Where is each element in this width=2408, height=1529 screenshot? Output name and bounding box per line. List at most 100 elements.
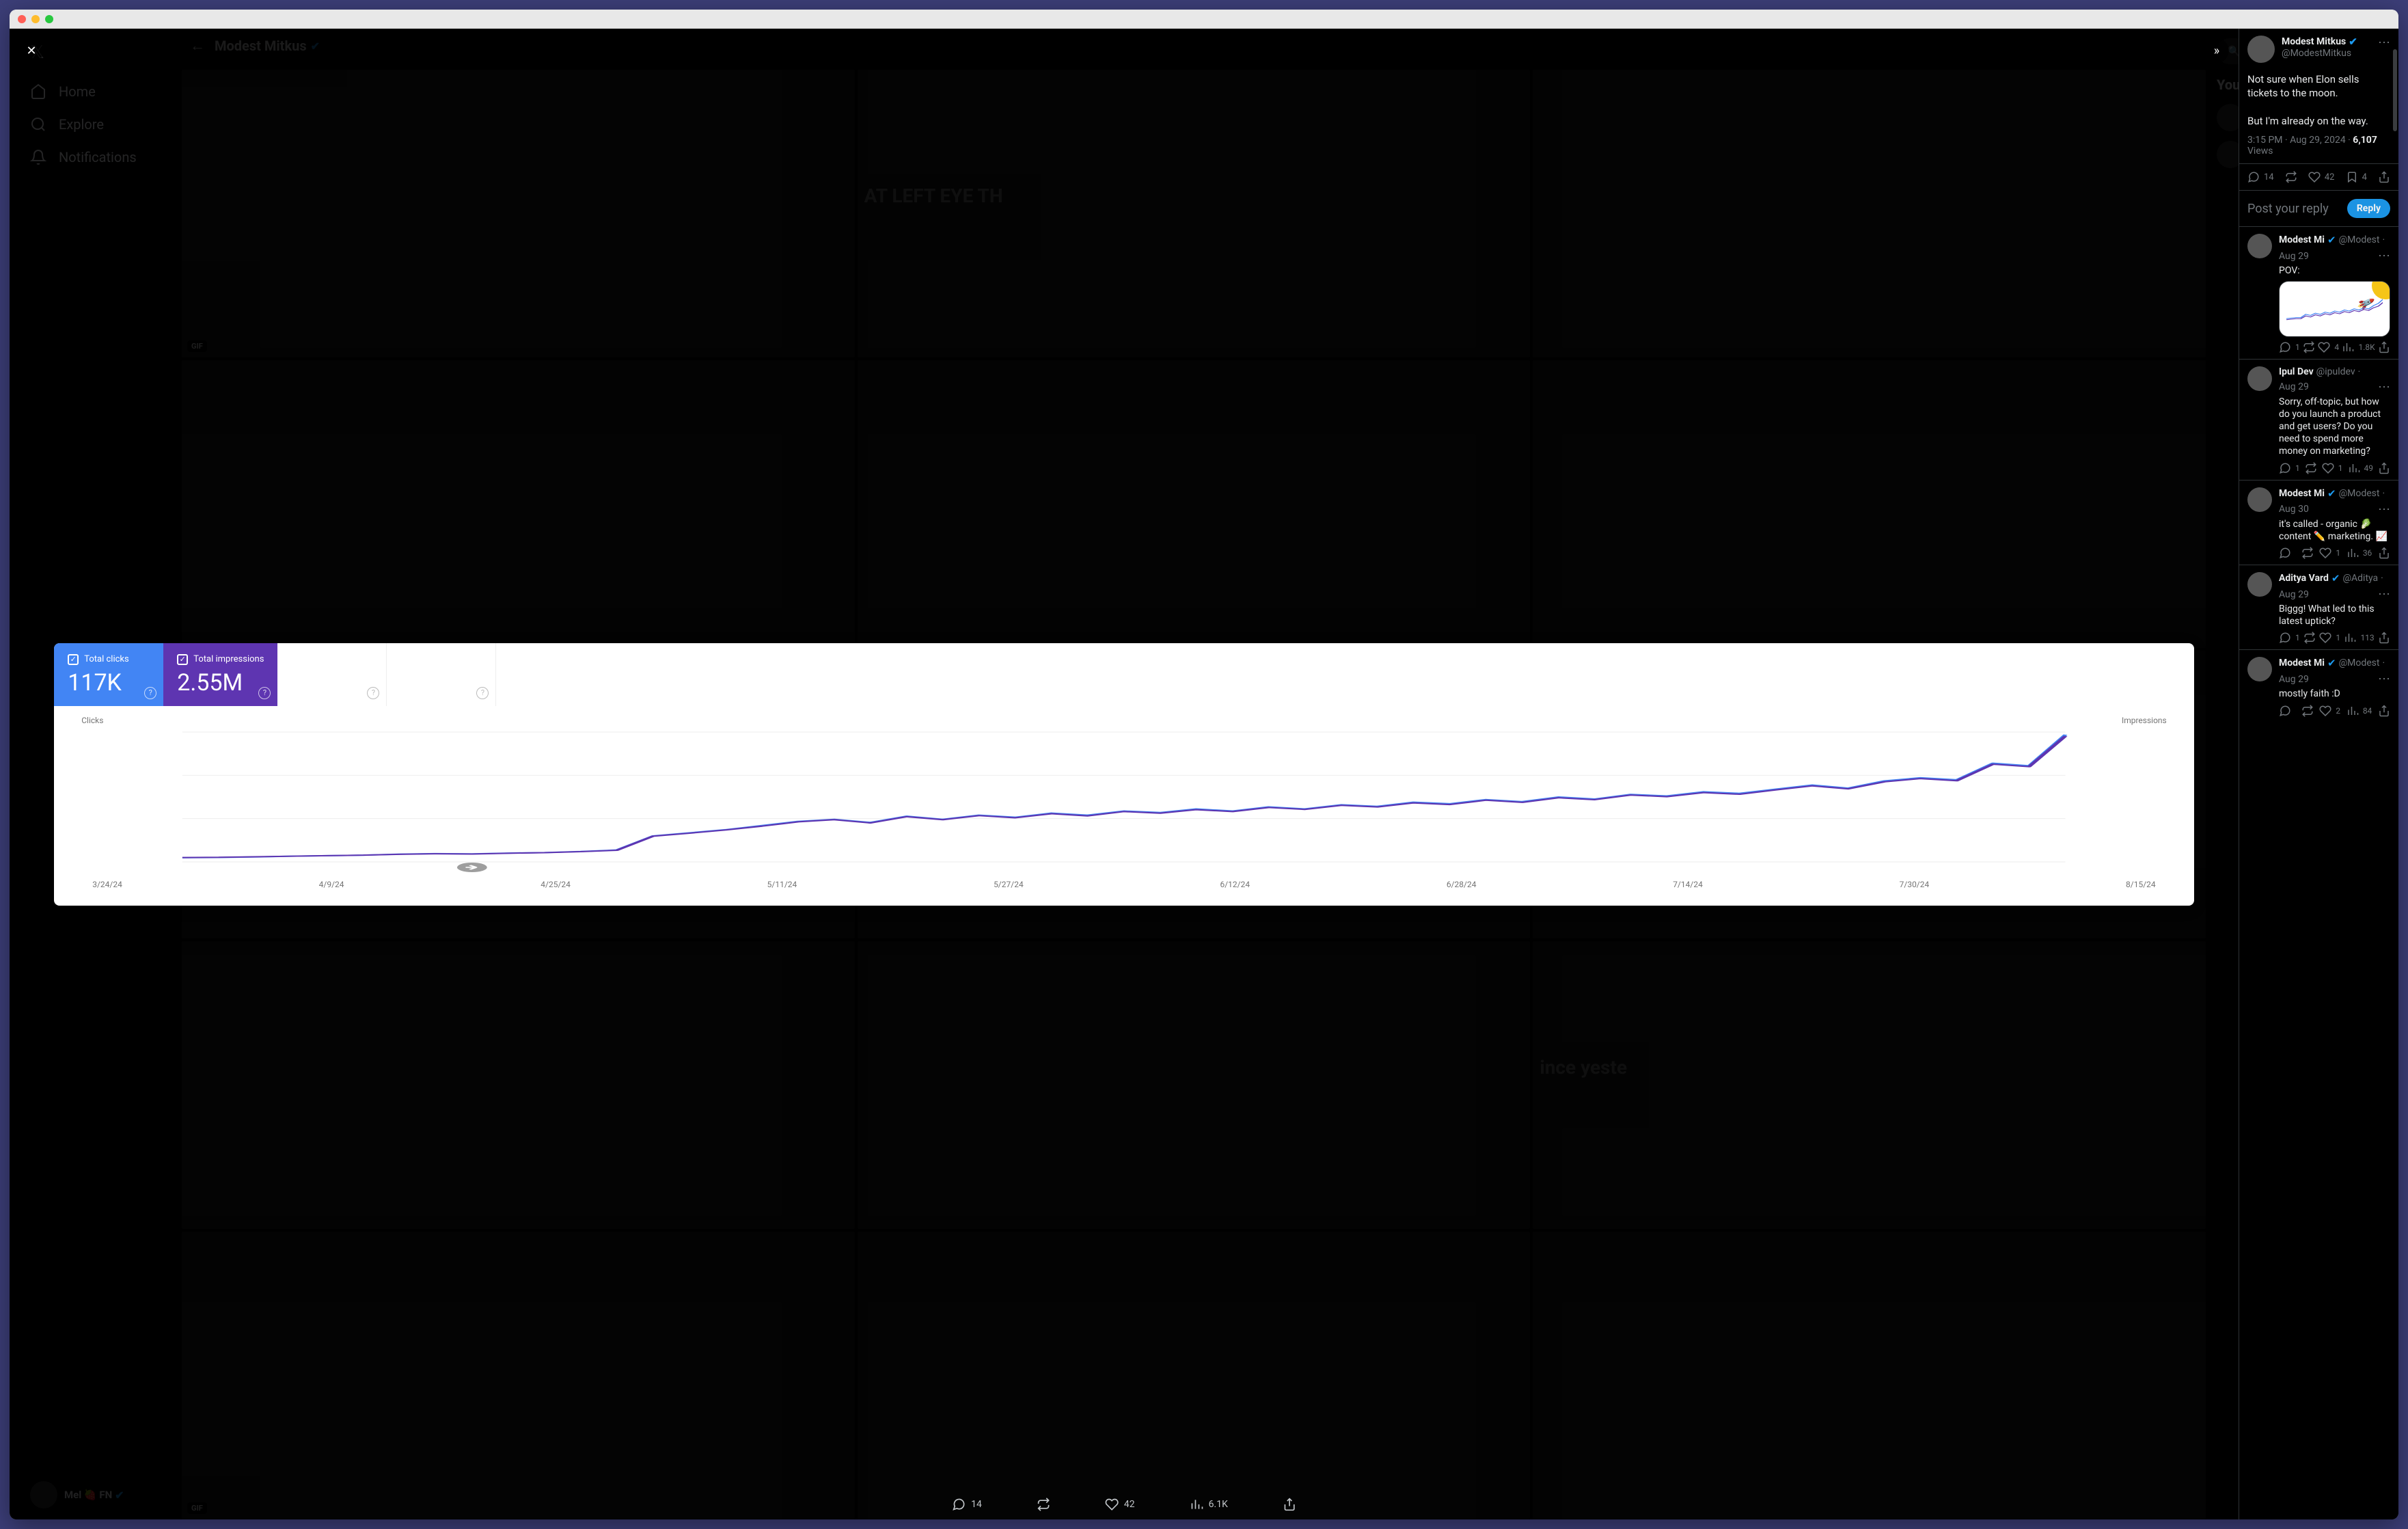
count: 1 [2295,342,2300,352]
reply-composer[interactable]: Post your reply Reply [2239,191,2398,226]
reply-author[interactable]: Ipul Dev [2279,366,2314,377]
reply-action[interactable]: 1 [2279,632,2300,644]
reply-button[interactable]: Reply [2347,199,2390,218]
metric-tile-clicks[interactable]: ✓ Total clicks 117K ? [54,643,163,706]
reply-item[interactable]: Modest Mi ✔ @Modest · Aug 30 ⋯ it's call… [2239,480,2398,565]
reply-handle[interactable]: @Modest [2339,234,2380,245]
mac-zoom-button[interactable] [45,15,53,23]
share-action[interactable] [2378,632,2390,644]
tweet-text-line2: But I'm already on the way. [2247,114,2390,128]
views-action[interactable]: 6.1K [1190,1498,1228,1511]
more-button[interactable]: ⋯ [2378,380,2390,394]
views-count: 6.1K [1209,1499,1228,1510]
share-action[interactable] [1283,1498,1296,1511]
reply-action[interactable]: 14 [2247,171,2274,183]
quoted-media[interactable]: 🚀 [2279,281,2390,337]
author-name[interactable]: Modest Mitkus [2282,36,2346,47]
avatar[interactable] [2247,572,2272,597]
scrollbar-thumb[interactable] [2393,49,2397,131]
more-button[interactable]: ⋯ [2378,249,2390,263]
views-action[interactable]: 84 [2347,705,2372,717]
reply-item[interactable]: Ipul Dev @ipuldev · Aug 29 ⋯ Sorry, off-… [2239,359,2398,480]
metric-tile-empty: ? [277,643,387,706]
help-icon[interactable]: ? [367,687,379,699]
like-action[interactable]: 42 [2308,171,2335,183]
x-tick: 8/15/24 [2126,880,2156,889]
scrollbar[interactable] [2393,49,2397,1003]
avatar[interactable] [2247,234,2272,258]
like-action[interactable]: 1 [2319,632,2340,644]
bookmark-action[interactable]: 4 [2346,171,2367,183]
tweet-text: Not sure when Elon sells tickets to the … [2239,70,2398,135]
collapse-panel-button[interactable]: » [2204,38,2229,63]
reply-action[interactable] [2279,705,2295,717]
retweet-action[interactable] [2301,547,2314,559]
author-handle[interactable]: @ModestMitkus [2282,48,2371,59]
reply-action[interactable] [2279,547,2295,559]
retweet-action[interactable] [1037,1498,1050,1511]
avatar[interactable] [2247,487,2272,512]
more-button[interactable]: ⋯ [2378,36,2390,63]
reply-author[interactable]: Modest Mi [2279,658,2325,668]
reply-engagement-bar: 1 4 1.8K [2279,337,2390,355]
retweet-action[interactable] [2305,462,2317,474]
chevrons-right-icon: » [2214,44,2219,58]
views-action[interactable]: 113 [2344,632,2374,644]
share-icon [1283,1498,1296,1511]
reply-author[interactable]: Modest Mi [2279,234,2325,245]
retweet-action[interactable] [2301,705,2314,717]
close-icon: ✕ [26,44,36,58]
share-action[interactable] [2378,341,2390,353]
more-button[interactable]: ⋯ [2378,587,2390,601]
like-action[interactable]: 1 [2322,462,2343,474]
metric-tile-impressions[interactable]: ✓ Total impressions 2.55M ? [163,643,277,706]
reply-author[interactable]: Aditya Vard [2279,573,2329,584]
avatar[interactable] [2247,36,2275,63]
close-button[interactable]: ✕ [19,38,44,63]
views-action[interactable]: 1.8K [2342,341,2375,353]
views-action[interactable]: 49 [2348,462,2374,474]
reply-action[interactable]: 1 [2279,462,2300,474]
metric-clicks-value: 117K [68,669,150,696]
reply-item[interactable]: Aditya Vard ✔ @Aditya · Aug 29 ⋯ Biggg! … [2239,565,2398,649]
reply-handle[interactable]: @Aditya [2342,573,2378,584]
like-action[interactable]: 2 [2319,705,2340,717]
reply-text: Sorry, off-topic, but how do you launch … [2279,396,2390,458]
reply-handle[interactable]: @Modest [2339,658,2380,668]
avatar[interactable] [2247,657,2272,681]
avatar[interactable] [2247,366,2272,391]
more-button[interactable]: ⋯ [2378,672,2390,686]
share-action[interactable] [2378,462,2390,474]
mac-minimize-button[interactable] [31,15,40,23]
reply-author[interactable]: Modest Mi [2279,488,2325,499]
reply-handle[interactable]: @Modest [2339,488,2380,499]
verified-badge-icon: ✔ [2327,657,2336,669]
views-action[interactable]: 36 [2347,547,2372,559]
retweet-action[interactable] [2285,171,2297,183]
reply-handle[interactable]: @ipuldev [2316,366,2355,377]
reply-date: Aug 29 [2279,589,2309,600]
mac-close-button[interactable] [18,15,26,23]
retweet-action[interactable] [2303,632,2316,644]
reply-item[interactable]: Modest Mi ✔ @Modest · Aug 29 ⋯ POV: 🚀 1 … [2239,226,2398,359]
like-action[interactable]: 42 [1105,1498,1135,1511]
reply-action[interactable]: 1 [2279,341,2300,353]
share-action[interactable] [2378,171,2390,183]
like-action[interactable]: 1 [2319,547,2340,559]
retweet-action[interactable] [2303,341,2315,353]
like-action[interactable]: 4 [2318,341,2339,353]
more-button[interactable]: ⋯ [2378,502,2390,517]
checkbox-icon: ✓ [68,654,79,665]
share-icon [2378,171,2390,183]
share-action[interactable] [2378,705,2390,717]
help-icon[interactable]: ? [258,687,271,699]
reply-action[interactable]: 14 [952,1498,982,1511]
content-area: 𝕏 HomeExploreNotifications ← Modest Mitk… [10,29,2398,1519]
x-tick: 6/28/24 [1447,880,1477,889]
help-icon[interactable]: ? [144,687,156,699]
mac-titlebar [10,10,2398,29]
help-icon[interactable]: ? [476,687,489,699]
reply-item[interactable]: Modest Mi ✔ @Modest · Aug 29 ⋯ mostly fa… [2239,649,2398,722]
share-action[interactable] [2378,547,2390,559]
bookmark-count: 4 [2362,172,2367,182]
